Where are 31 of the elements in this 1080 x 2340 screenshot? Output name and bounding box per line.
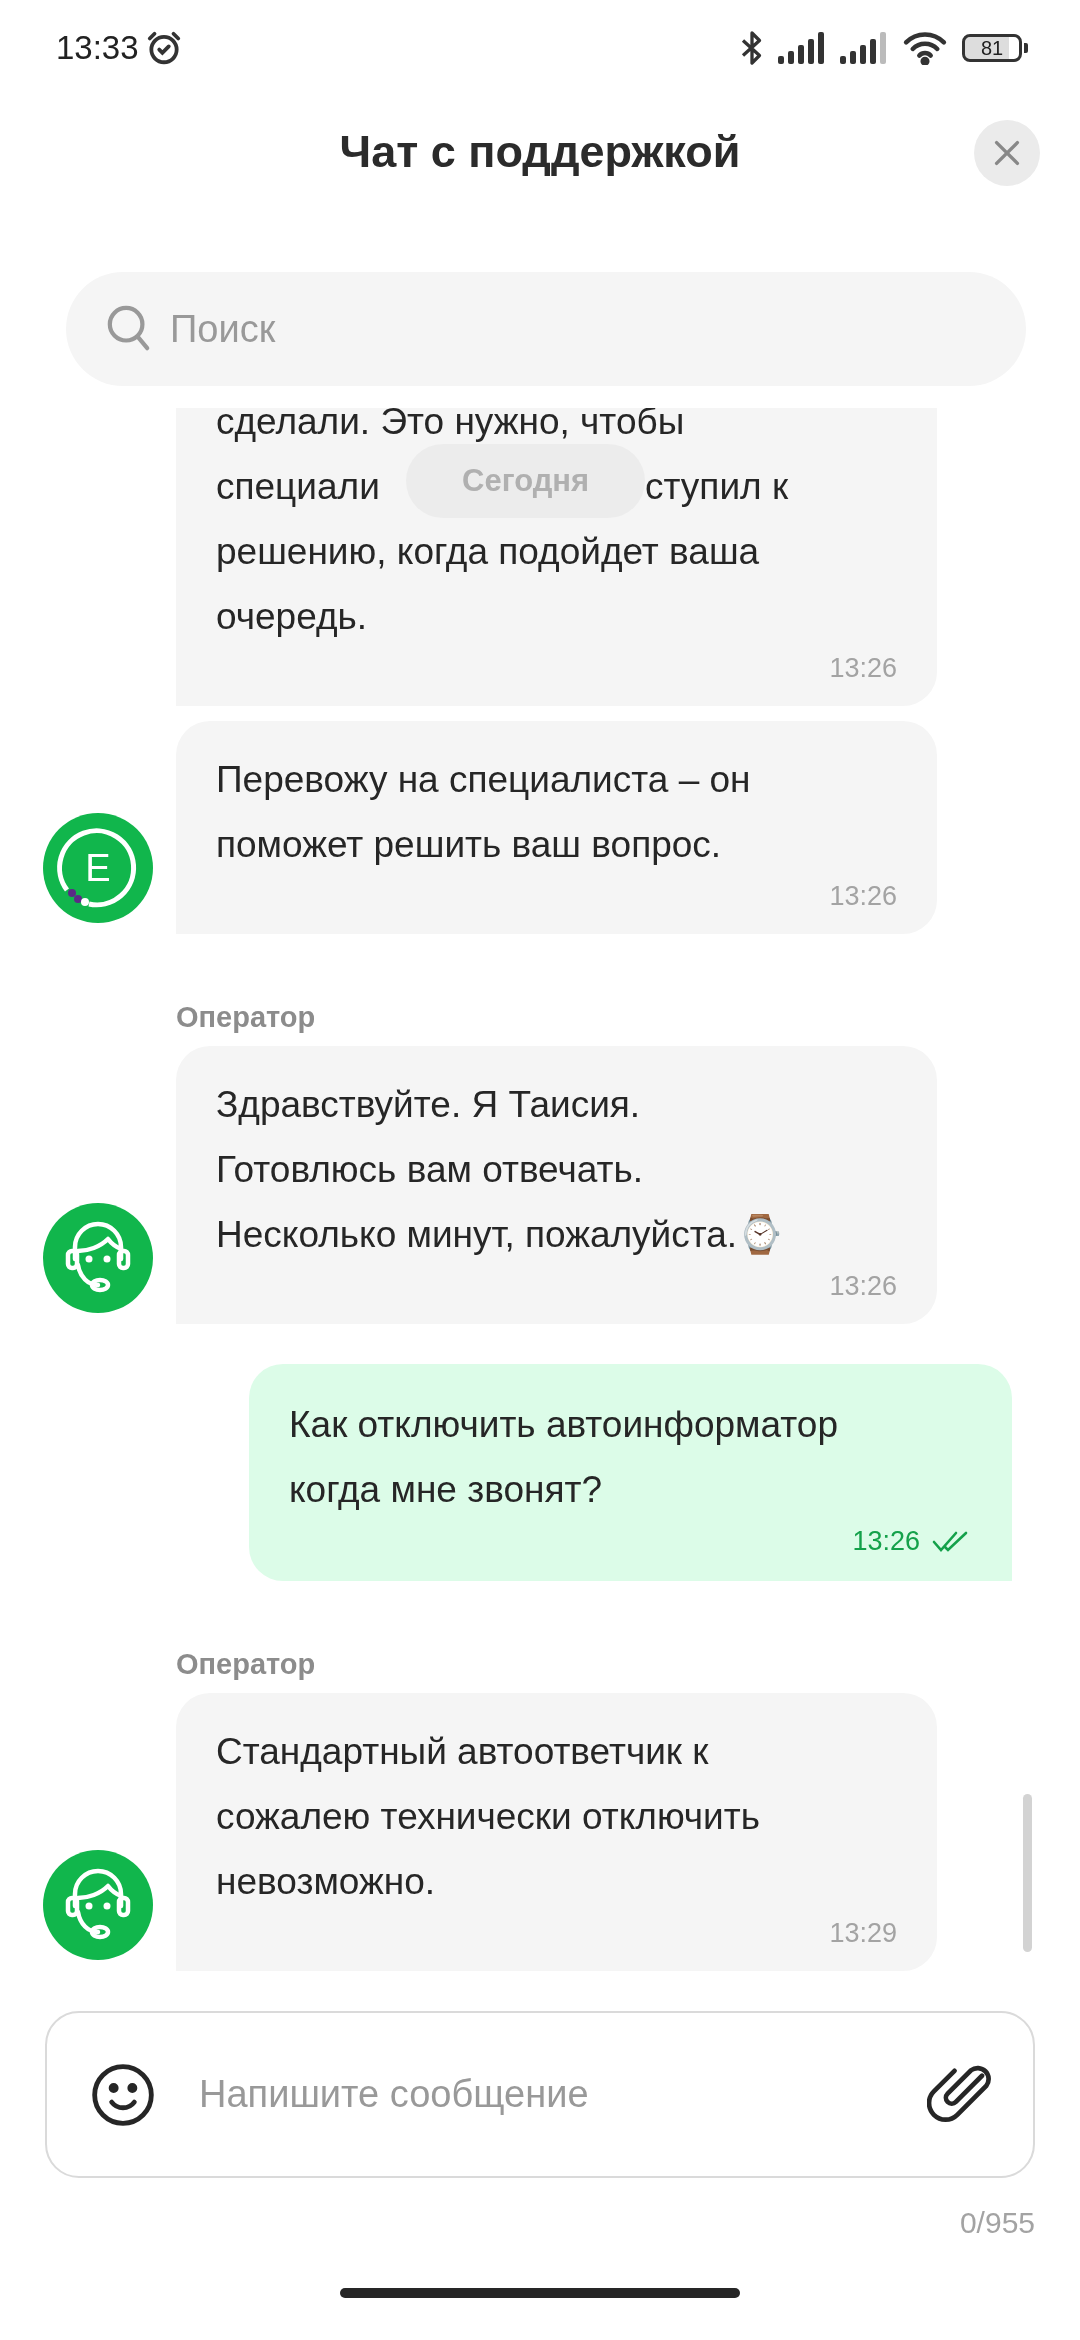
search-field[interactable]: Поиск — [66, 272, 1026, 386]
message-text: Здравствуйте. Я Таисия. Готовлюсь вам отвечать. Несколько минут, пожалуйста.⌚ — [216, 1083, 785, 1257]
message-text: Как отключить автоинформатор когда мне звонят? — [289, 1403, 839, 1512]
message-time: 13:26 — [829, 1271, 897, 1302]
message-text: ступил к — [645, 465, 790, 509]
bluetooth-icon — [740, 30, 764, 66]
search-input[interactable]: Поиск — [168, 306, 986, 352]
operator-avatar-icon — [43, 1850, 153, 1960]
operator-avatar-icon — [43, 1203, 153, 1313]
signal-icon — [778, 32, 826, 64]
signal-icon — [840, 32, 888, 64]
message-text: решению, когда подойдет ваша — [216, 531, 760, 572]
screen-title: Чат с поддержкой — [339, 126, 741, 178]
message-text: Перевожу на специалиста – он поможет решить ваш вопрос. — [216, 758, 752, 867]
message-text: Стандартный автоответчик к сожалею технически отключить невозможно. — [216, 1730, 761, 1904]
message-time: 13:26 — [852, 1526, 920, 1557]
date-chip: Сегодня — [406, 444, 646, 518]
message-composer[interactable]: Напишите сообщение — [45, 2011, 1035, 2178]
message-time: 13:26 — [829, 881, 897, 912]
wifi-icon — [902, 31, 948, 65]
sender-name: Оператор — [176, 1648, 317, 1681]
message-time: 13:29 — [829, 1918, 897, 1949]
clock-time: 13:33 — [56, 29, 139, 67]
character-counter: 0/955 — [958, 2206, 1035, 2240]
sender-name: Оператор — [176, 1001, 317, 1034]
assistant-avatar-icon: E — [43, 813, 153, 923]
message-input-field[interactable]: Напишите сообщение — [197, 2072, 887, 2117]
message-time: 13:26 — [829, 653, 897, 684]
message-text: специали — [216, 465, 380, 509]
close-icon — [994, 140, 1020, 166]
message-text: очередь. — [216, 596, 368, 637]
